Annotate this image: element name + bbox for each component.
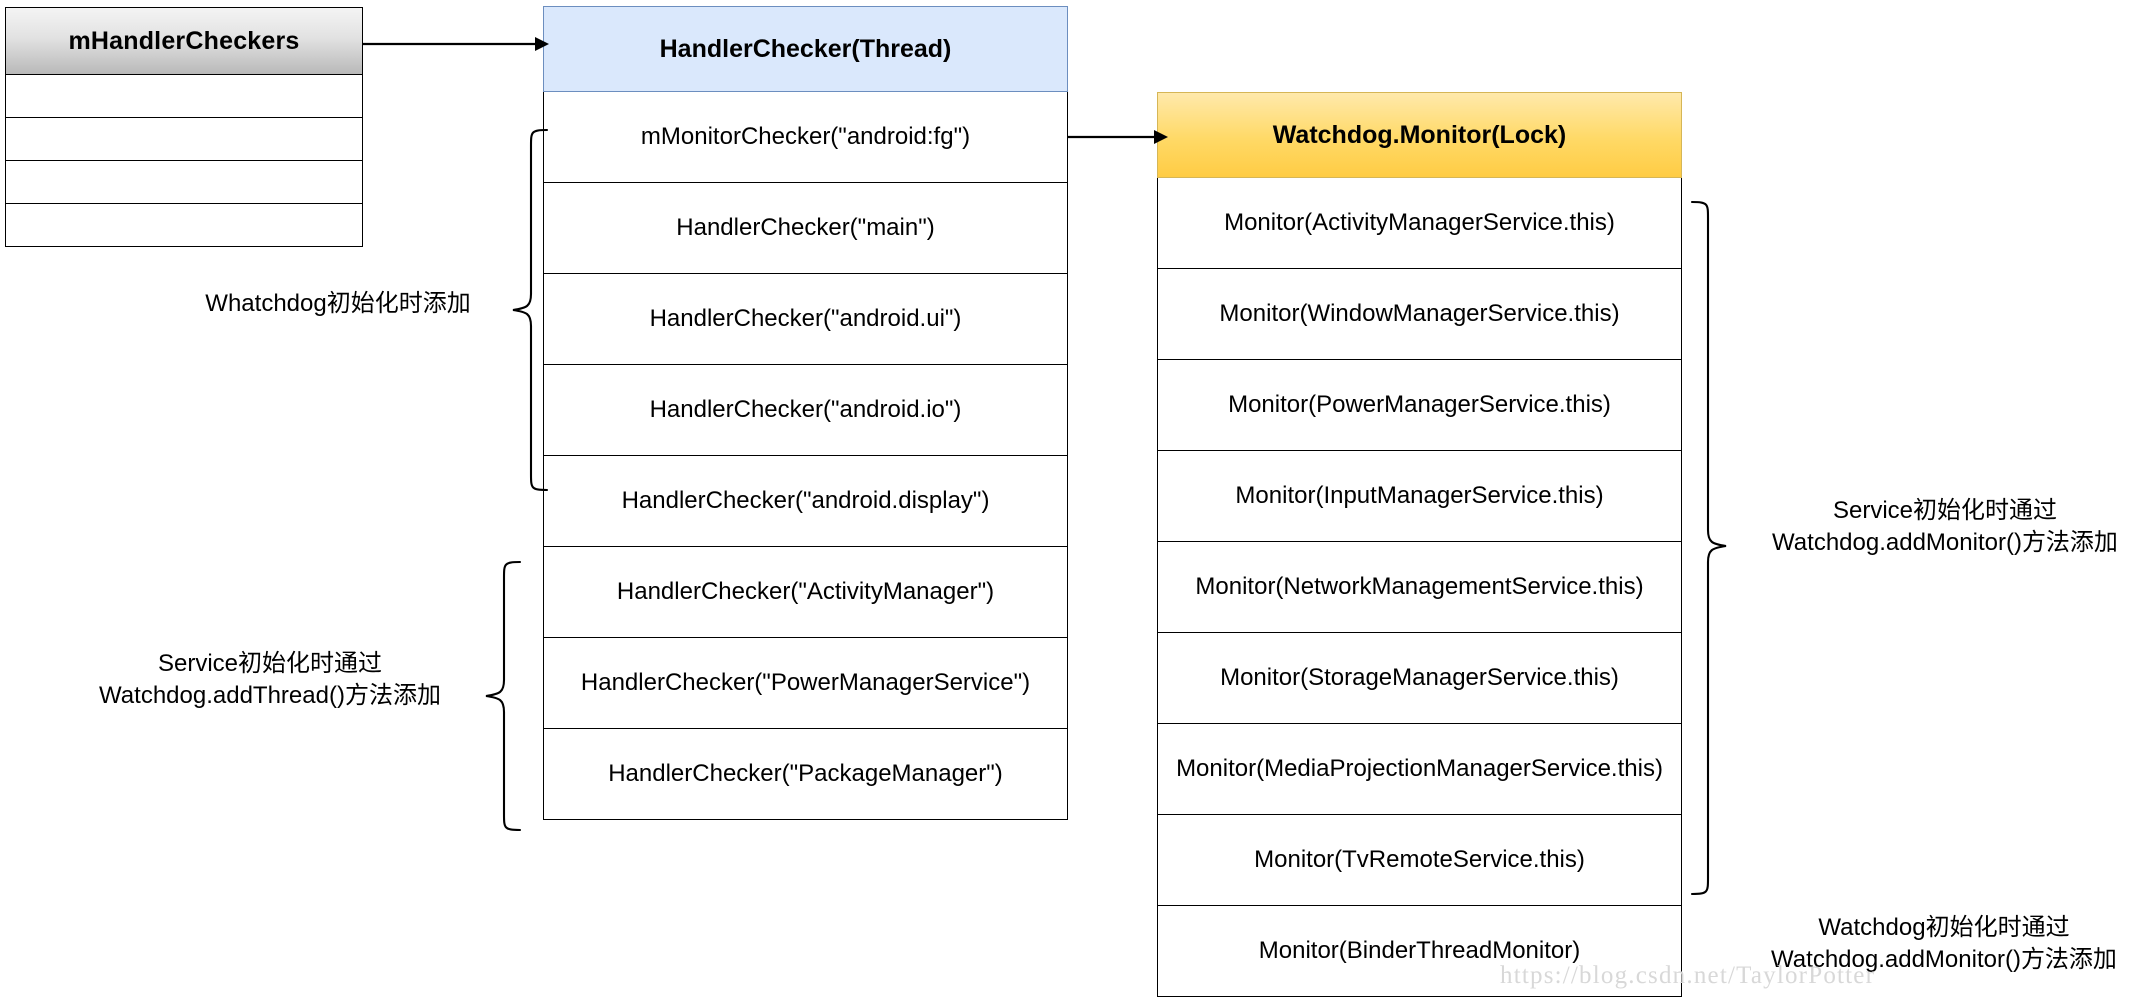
handlerchecker-row-android-ui: HandlerChecker("android.ui") — [543, 274, 1068, 365]
mhandlercheckers-box: mHandlerCheckers — [5, 7, 363, 247]
monitor-row-powermanagerservice: Monitor(PowerManagerService.this) — [1157, 360, 1682, 451]
annotation-service-add-thread: Service初始化时通过 Watchdog.addThread()方法添加 — [99, 650, 441, 709]
monitor-row-tvremoteservice: Monitor(TvRemoteService.this) — [1157, 815, 1682, 906]
mhandlercheckers-header: mHandlerCheckers — [5, 7, 363, 75]
monitor-row-mediaprojectionmanagerservice: Monitor(MediaProjectionManagerService.th… — [1157, 724, 1682, 815]
watermark-text: https://blog.csdn.net/TaylorPotter — [1500, 962, 1876, 989]
diagram-canvas: mHandlerCheckers HandlerChecker(Thread) … — [0, 0, 2137, 997]
annotation-service-add-monitor: Service初始化时通过 Watchdog.addMonitor()方法添加 — [1772, 497, 2118, 556]
monitor-row-inputmanagerservice: Monitor(InputManagerService.this) — [1157, 451, 1682, 542]
handlerchecker-row-monitorchecker-androidfg: mMonitorChecker("android:fg") — [543, 92, 1068, 183]
brace-service-add-monitor — [1690, 200, 1727, 896]
handlerchecker-row-packagemanager: HandlerChecker("PackageManager") — [543, 729, 1068, 820]
mhandlercheckers-row-1 — [5, 75, 363, 118]
arrow-thread-to-monitor — [1068, 130, 1168, 144]
watchdog-monitor-lock-box: Watchdog.Monitor(Lock) Monitor(ActivityM… — [1157, 92, 1682, 997]
handlerchecker-thread-box: HandlerChecker(Thread) mMonitorChecker("… — [543, 6, 1068, 820]
arrow-handlercheckers-to-thread — [363, 37, 549, 51]
handlerchecker-row-powermanagerservice: HandlerChecker("PowerManagerService") — [543, 638, 1068, 729]
watchdog-monitor-lock-header: Watchdog.Monitor(Lock) — [1157, 92, 1682, 178]
mhandlercheckers-row-3 — [5, 161, 363, 204]
monitor-row-activitymanagerservice: Monitor(ActivityManagerService.this) — [1157, 178, 1682, 269]
mhandlercheckers-row-2 — [5, 118, 363, 161]
handlerchecker-row-android-display: HandlerChecker("android.display") — [543, 456, 1068, 547]
annotation-watchdog-init: Whatchdog初始化时添加 — [205, 290, 471, 317]
mhandlercheckers-row-4 — [5, 204, 363, 247]
monitor-row-networkmanagementservice: Monitor(NetworkManagementService.this) — [1157, 542, 1682, 633]
handlerchecker-thread-header: HandlerChecker(Thread) — [543, 6, 1068, 92]
monitor-row-windowmanagerservice: Monitor(WindowManagerService.this) — [1157, 269, 1682, 360]
monitor-row-storagemanagerservice: Monitor(StorageManagerService.this) — [1157, 633, 1682, 724]
handlerchecker-row-activitymanager: HandlerChecker("ActivityManager") — [543, 547, 1068, 638]
handlerchecker-row-android-io: HandlerChecker("android.io") — [543, 365, 1068, 456]
handlerchecker-row-main: HandlerChecker("main") — [543, 183, 1068, 274]
